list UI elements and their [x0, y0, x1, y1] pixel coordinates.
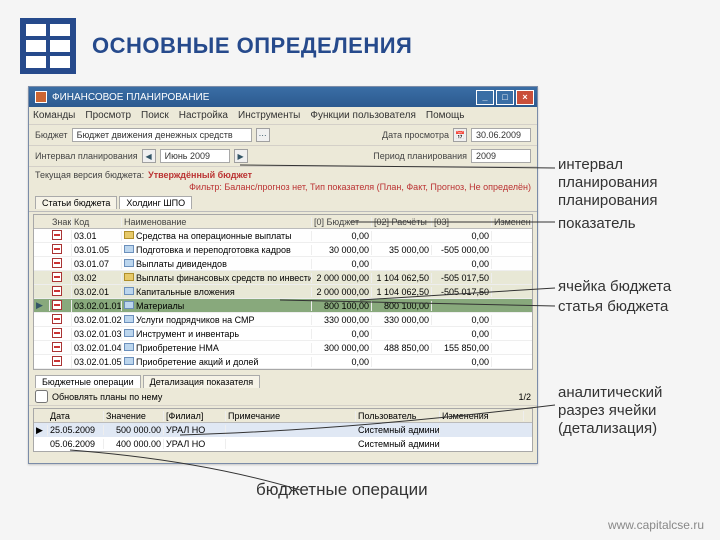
table-row[interactable]: 03.02 Выплаты финансовых средств по инве…: [34, 271, 532, 285]
table-row[interactable]: ▶ 03.02.01.01 Материалы 800 100,00 800 1…: [34, 299, 532, 313]
version-row: Текущая версия бюджета: Утверждённый бюд…: [29, 167, 537, 180]
col-budget[interactable]: [0] Бюджет: [312, 217, 372, 227]
maximize-button[interactable]: □: [496, 90, 514, 105]
version-label: Текущая версия бюджета:: [35, 170, 144, 180]
table-row[interactable]: 03.01.05 Подготовка и переподготовка кад…: [34, 243, 532, 257]
config-row-1: Бюджет Бюджет движения денежных средств …: [29, 125, 537, 146]
update-plans-label: Обновлять планы по нему: [52, 392, 162, 402]
interval-next-icon[interactable]: ▶: [234, 149, 248, 163]
config-row-2: Интервал планирования ◀ Июнь 2009 ▶ Пери…: [29, 146, 537, 167]
callout-cell: ячейка бюджета: [558, 278, 671, 296]
operations-grid[interactable]: Дата Значение [Филиал] Примечание Пользо…: [33, 408, 533, 452]
col-sign[interactable]: Знак: [50, 217, 72, 227]
tab-holding[interactable]: Холдинг ШПО: [119, 196, 192, 209]
ops-row[interactable]: ▶ 25.05.2009 500 000.00 УРАЛ НО Системны…: [34, 423, 532, 437]
table-row[interactable]: 03.02.01 Капитальные вложения 2 000 000,…: [34, 285, 532, 299]
table-row[interactable]: 03.02.01.03 Инструмент и инвентарь 0,00 …: [34, 327, 532, 341]
table-row[interactable]: 03.02.01.02 Услуги подрядчиков на СМР 33…: [34, 313, 532, 327]
company-logo: [20, 18, 76, 74]
table-row[interactable]: 03.02.01.05 Приобретение акций и долей 0…: [34, 355, 532, 369]
ops-col-user[interactable]: Пользователь: [356, 411, 440, 421]
col-chg[interactable]: Изменения: [492, 217, 532, 227]
period-label: Период планирования: [373, 151, 467, 161]
ops-col-chg[interactable]: Изменения: [440, 411, 524, 421]
tab-detail[interactable]: Детализация показателя: [143, 375, 261, 388]
row-count: 1/2: [518, 392, 531, 402]
col-name[interactable]: Наименование: [122, 217, 312, 227]
checkbox-bar: Обновлять планы по нему 1/2: [29, 388, 537, 406]
tab-articles[interactable]: Статьи бюджета: [35, 196, 117, 209]
menu-userfn[interactable]: Функции пользователя: [310, 110, 416, 121]
menu-search[interactable]: Поиск: [141, 110, 169, 121]
menu-tools[interactable]: Инструменты: [238, 110, 300, 121]
window-title: ФИНАНСОВОЕ ПЛАНИРОВАНИЕ: [52, 92, 209, 103]
date-field[interactable]: 30.06.2009: [471, 128, 531, 142]
callout-article: статья бюджета: [558, 298, 668, 316]
tab-operations[interactable]: Бюджетные операции: [35, 375, 141, 388]
footer-url: www.capitalcse.ru: [608, 518, 704, 532]
app-icon: [35, 91, 47, 103]
menu-help[interactable]: Помощь: [426, 110, 465, 121]
table-row[interactable]: 03.02.01.04 Приобретение НМА 300 000,00 …: [34, 341, 532, 355]
ops-col-note[interactable]: Примечание: [226, 411, 356, 421]
update-plans-checkbox[interactable]: [35, 390, 48, 403]
main-tabs: Статьи бюджета Холдинг ШПО: [29, 194, 537, 212]
table-row[interactable]: 03.01.07 Выплаты дивидендов 0,00 0,00: [34, 257, 532, 271]
col-calc[interactable]: [02] Расчёты: [372, 217, 432, 227]
window-titlebar[interactable]: ФИНАНСОВОЕ ПЛАНИРОВАНИЕ _ □ ×: [29, 87, 537, 107]
col-03[interactable]: [03]: [432, 217, 492, 227]
app-window: ФИНАНСОВОЕ ПЛАНИРОВАНИЕ _ □ × Команды Пр…: [28, 86, 538, 464]
close-button[interactable]: ×: [516, 90, 534, 105]
minimize-button[interactable]: _: [476, 90, 494, 105]
callout-indicator: показатель: [558, 215, 636, 233]
menu-bar: Команды Просмотр Поиск Настройка Инструм…: [29, 107, 537, 125]
budget-field[interactable]: Бюджет движения денежных средств: [72, 128, 252, 142]
budget-grid[interactable]: Знак Код Наименование [0] Бюджет [02] Ра…: [33, 214, 533, 370]
period-field[interactable]: 2009: [471, 149, 531, 163]
slide-header: ОСНОВНЫЕ ОПРЕДЕЛЕНИЯ: [0, 0, 720, 84]
col-code[interactable]: Код: [72, 217, 122, 227]
ops-col-fil[interactable]: [Филиал]: [164, 411, 226, 421]
slide-title: ОСНОВНЫЕ ОПРЕДЕЛЕНИЯ: [92, 33, 412, 59]
interval-field[interactable]: Июнь 2009: [160, 149, 230, 163]
interval-label: Интервал планирования: [35, 151, 138, 161]
menu-commands[interactable]: Команды: [33, 110, 75, 121]
version-value: Утверждённый бюджет: [148, 170, 252, 180]
menu-view[interactable]: Просмотр: [85, 110, 131, 121]
date-label: Дата просмотра: [382, 130, 449, 140]
budget-label: Бюджет: [35, 130, 68, 140]
menu-settings[interactable]: Настройка: [179, 110, 228, 121]
callout-interval: интервал планирования планирования: [558, 156, 720, 210]
budget-lookup-icon[interactable]: ⋯: [256, 128, 270, 142]
filter-text: Фильтр: Баланс/прогноз нет, Тип показате…: [29, 180, 537, 194]
interval-prev-icon[interactable]: ◀: [142, 149, 156, 163]
ops-col-val[interactable]: Значение: [104, 411, 164, 421]
callout-detail: аналитический разрез ячейки (детализация…: [558, 384, 662, 438]
callout-operations: бюджетные операции: [256, 480, 428, 500]
table-row[interactable]: 03.01 Средства на операционные выплаты 0…: [34, 229, 532, 243]
ops-col-date[interactable]: Дата: [48, 411, 104, 421]
calendar-icon[interactable]: 📅: [453, 128, 467, 142]
lower-tabs: Бюджетные операции Детализация показател…: [29, 372, 537, 388]
ops-row[interactable]: 05.06.2009 400 000.00 УРАЛ НО Системный …: [34, 437, 532, 451]
